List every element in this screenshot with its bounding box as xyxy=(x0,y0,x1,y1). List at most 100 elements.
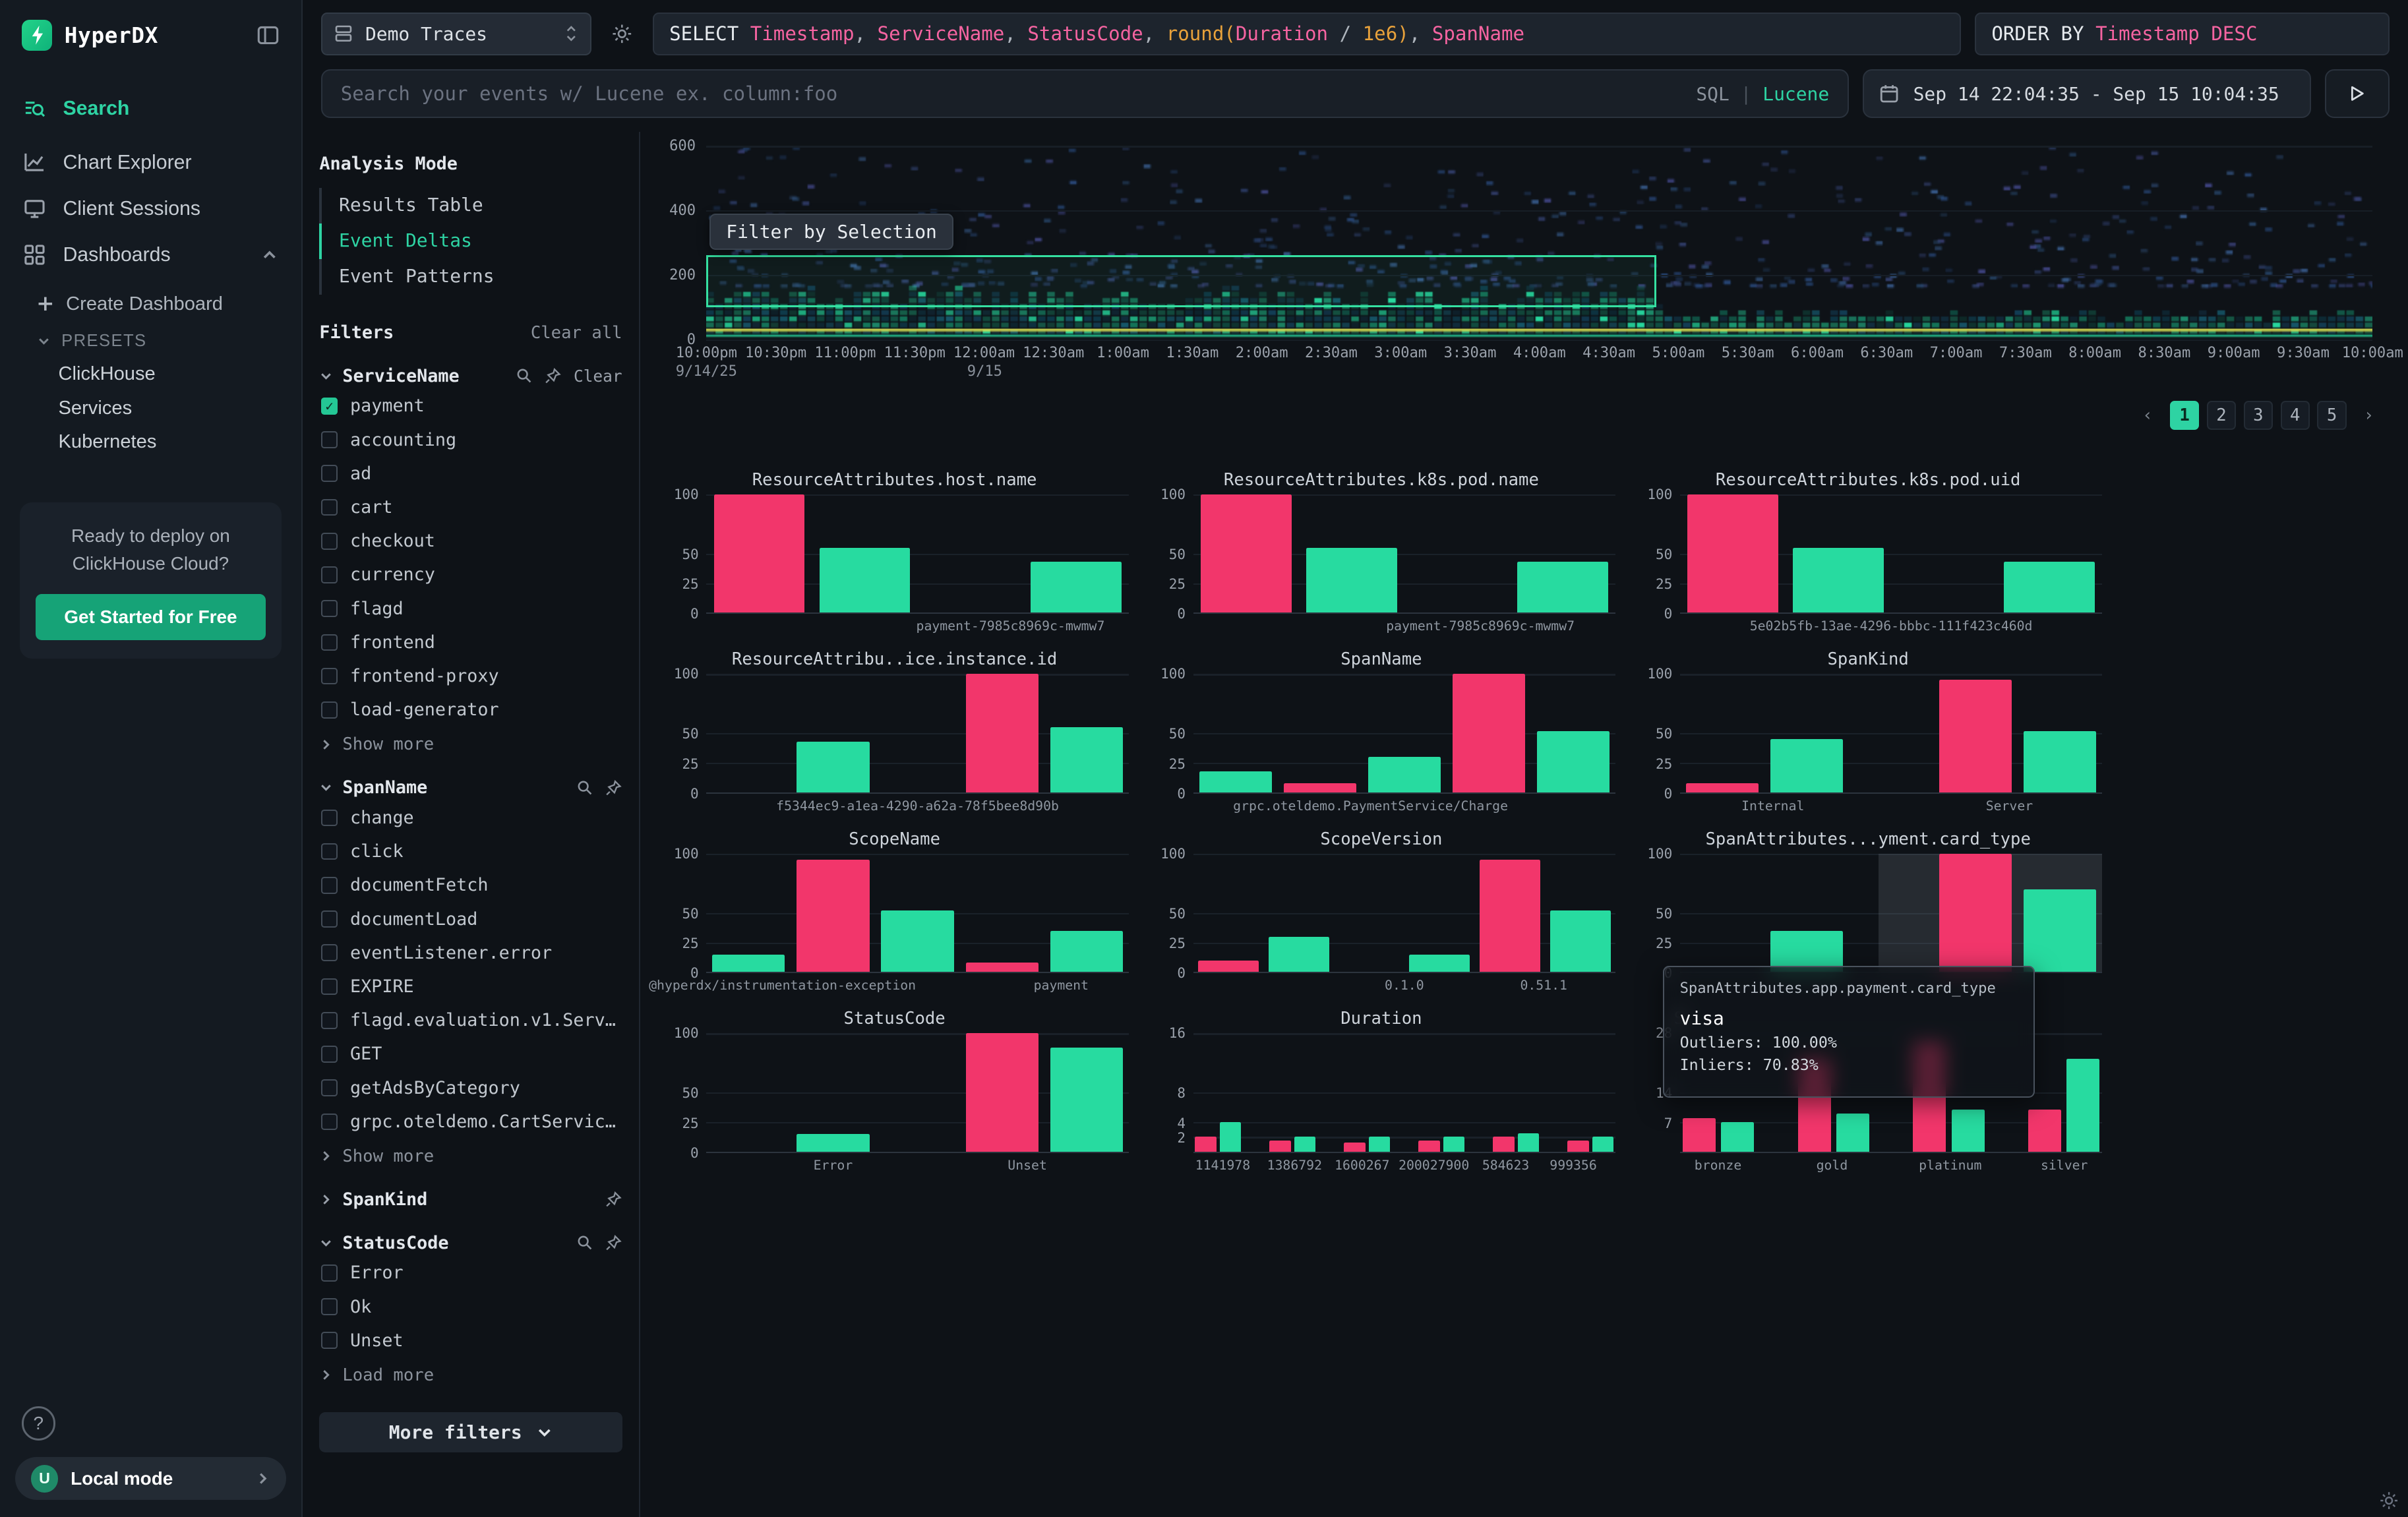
sidebar-item-dashboards[interactable]: Dashboards xyxy=(0,232,301,278)
chart-plot[interactable] xyxy=(706,854,1128,974)
checkbox[interactable] xyxy=(321,668,338,685)
checkbox[interactable] xyxy=(321,1264,338,1282)
pin-icon[interactable] xyxy=(605,1191,622,1208)
chart-plot[interactable] xyxy=(1680,854,2102,974)
pagination-page-4[interactable]: 4 xyxy=(2281,401,2310,430)
filter-option-flagdevaluationv1Serv[interactable]: flagd.evaluation.v1.Serv… xyxy=(319,1007,622,1034)
lucene-toggle[interactable]: Lucene xyxy=(1762,83,1829,105)
pin-icon[interactable] xyxy=(605,1234,622,1251)
source-settings-gear-icon[interactable] xyxy=(605,13,639,55)
sidebar-item-chart-explorer[interactable]: Chart Explorer xyxy=(0,140,301,186)
checkbox[interactable] xyxy=(321,1046,338,1063)
chart-plot[interactable] xyxy=(1193,1033,1615,1153)
checkbox[interactable] xyxy=(321,910,338,928)
pagination-page-1[interactable]: 1 xyxy=(2170,401,2199,430)
show-more-button[interactable]: Show more xyxy=(319,734,622,754)
checkbox[interactable] xyxy=(321,499,338,516)
chart-plot[interactable] xyxy=(1680,494,2102,614)
filter-option-payment[interactable]: ✓payment xyxy=(319,392,622,420)
heatmap-canvas[interactable] xyxy=(706,146,2372,339)
filter-option-cart[interactable]: cart xyxy=(319,494,622,521)
clear-all-button[interactable]: Clear all xyxy=(531,323,622,343)
chevron-down-icon[interactable] xyxy=(319,369,333,383)
search-icon[interactable] xyxy=(576,779,593,796)
filter-option-GET[interactable]: GET xyxy=(319,1040,622,1068)
mode-event-patterns[interactable]: Event Patterns xyxy=(319,259,622,295)
chart-plot[interactable] xyxy=(706,674,1128,794)
pagination-page-5[interactable]: 5 xyxy=(2317,401,2346,430)
sql-toggle[interactable]: SQL xyxy=(1696,83,1729,105)
checkbox[interactable] xyxy=(321,1079,338,1096)
heatmap-selection-box[interactable] xyxy=(706,255,1656,307)
chevron-down-icon[interactable] xyxy=(319,1236,333,1250)
filter-option-frontend-proxy[interactable]: frontend-proxy xyxy=(319,663,622,690)
checkbox[interactable] xyxy=(321,566,338,583)
mode-event-deltas[interactable]: Event Deltas xyxy=(319,223,622,259)
checkbox[interactable] xyxy=(321,431,338,448)
sidebar-preset-clickhouse[interactable]: ClickHouse xyxy=(0,357,301,392)
checkbox[interactable] xyxy=(321,600,338,617)
sidebar-preset-services[interactable]: Services xyxy=(0,391,301,425)
filter-option-Ok[interactable]: Ok xyxy=(319,1293,622,1321)
chart-plot[interactable] xyxy=(1193,494,1615,614)
sidebar-collapse-icon[interactable] xyxy=(256,24,280,47)
filter-option-Error[interactable]: Error xyxy=(319,1259,622,1287)
checkbox[interactable] xyxy=(321,944,338,961)
search-input[interactable] xyxy=(341,82,1681,105)
filter-option-EXPIRE[interactable]: EXPIRE xyxy=(319,973,622,1001)
events-heatmap[interactable]: 6004002000 Filter by Selection xyxy=(706,146,2372,339)
search-icon[interactable] xyxy=(576,1234,593,1251)
sidebar-item-search[interactable]: Search xyxy=(0,86,301,132)
filter-option-documentLoad[interactable]: documentLoad xyxy=(319,905,622,933)
show-more-button[interactable]: Show more xyxy=(319,1146,622,1166)
presets-toggle[interactable]: PRESETS xyxy=(0,324,301,357)
checkbox[interactable] xyxy=(321,634,338,651)
chevron-down-icon[interactable] xyxy=(319,781,333,794)
checkbox[interactable] xyxy=(321,465,338,482)
filter-option-Unset[interactable]: Unset xyxy=(319,1326,622,1354)
pagination-prev[interactable]: ‹ xyxy=(2133,401,2162,430)
source-select[interactable]: Demo Traces xyxy=(321,13,591,55)
filter-option-ad[interactable]: ad xyxy=(319,460,622,487)
checkbox[interactable] xyxy=(321,1332,338,1349)
filter-option-documentFetch[interactable]: documentFetch xyxy=(319,872,622,899)
settings-gear-icon[interactable] xyxy=(2379,1491,2399,1510)
chart-plot[interactable] xyxy=(1193,854,1615,974)
checkbox[interactable] xyxy=(321,1012,338,1029)
chart-plot[interactable] xyxy=(1680,674,2102,794)
query-editor[interactable]: SELECT Timestamp, ServiceName, StatusCod… xyxy=(653,13,1961,55)
chevron-right-icon[interactable] xyxy=(319,1193,333,1206)
checkbox[interactable] xyxy=(321,843,338,860)
filter-clear-button[interactable]: Clear xyxy=(574,367,622,386)
pin-icon[interactable] xyxy=(605,779,622,796)
pagination-next[interactable]: › xyxy=(2354,401,2383,430)
search-icon[interactable] xyxy=(516,367,533,384)
orderby-editor[interactable]: ORDER BY Timestamp DESC xyxy=(1975,13,2390,55)
checkbox[interactable] xyxy=(321,978,338,996)
run-query-button[interactable] xyxy=(2325,69,2390,119)
sidebar-preset-kubernetes[interactable]: Kubernetes xyxy=(0,425,301,460)
filter-option-checkout[interactable]: checkout xyxy=(319,527,622,555)
date-range-picker[interactable]: Sep 14 22:04:35 - Sep 15 10:04:35 xyxy=(1863,69,2311,119)
local-mode-button[interactable]: U Local mode xyxy=(15,1457,286,1500)
filter-option-load-generator[interactable]: load-generator xyxy=(319,696,622,724)
sidebar-item-client-sessions[interactable]: Client Sessions xyxy=(0,186,301,232)
filter-option-getAdsByCategory[interactable]: getAdsByCategory xyxy=(319,1074,622,1102)
filter-option-frontend[interactable]: frontend xyxy=(319,628,622,656)
get-started-button[interactable]: Get Started for Free xyxy=(36,594,266,640)
chart-plot[interactable] xyxy=(706,494,1128,614)
chart-plot[interactable] xyxy=(706,1033,1128,1153)
checkbox[interactable]: ✓ xyxy=(321,398,338,415)
checkbox[interactable] xyxy=(321,533,338,550)
more-filters-button[interactable]: More filters xyxy=(319,1412,622,1452)
mode-results-table[interactable]: Results Table xyxy=(319,188,622,223)
pagination-page-3[interactable]: 3 xyxy=(2244,401,2273,430)
show-more-button[interactable]: Load more xyxy=(319,1365,622,1385)
pagination-page-2[interactable]: 2 xyxy=(2207,401,2236,430)
filter-option-accounting[interactable]: accounting xyxy=(319,426,622,454)
pin-icon[interactable] xyxy=(545,367,562,384)
filter-by-selection-button[interactable]: Filter by Selection xyxy=(709,214,953,251)
chart-plot[interactable] xyxy=(1193,674,1615,794)
filter-option-change[interactable]: change xyxy=(319,804,622,831)
filter-option-eventListenererror[interactable]: eventListener.error xyxy=(319,939,622,967)
